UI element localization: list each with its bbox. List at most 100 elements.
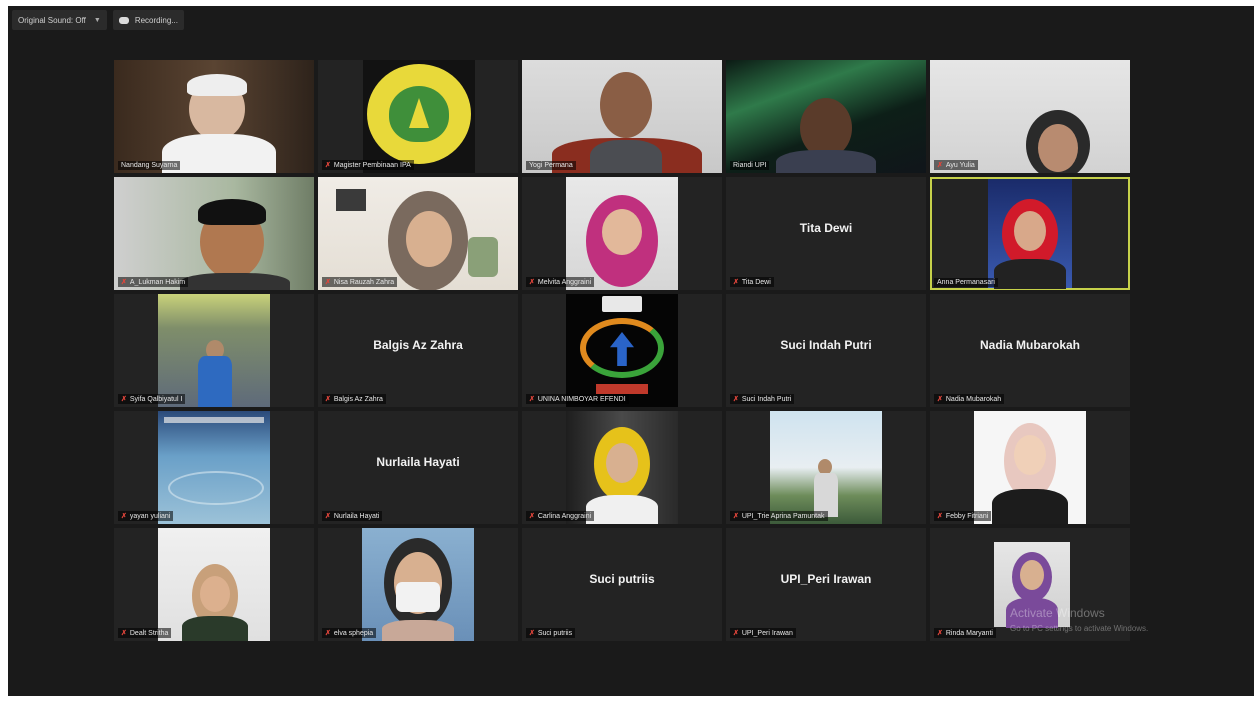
muted-mic-icon: ✗ — [325, 162, 331, 169]
watermark-subtitle: Go to PC settings to activate Windows. — [1010, 624, 1149, 633]
participant-video — [114, 60, 314, 173]
muted-mic-icon: ✗ — [733, 279, 739, 286]
participant-video — [363, 60, 475, 173]
participant-name: ✗ UPI_Peri Irawan — [730, 628, 796, 638]
participant-name: Nandang Suyarna — [118, 161, 181, 170]
gallery-view: Nandang Suyarna ✗ Magister Pembinaan IPA … — [114, 60, 1130, 641]
participant-video — [158, 294, 270, 407]
participant-tile[interactable]: ✗ elva sphepia — [318, 528, 518, 641]
muted-mic-icon: ✗ — [529, 630, 535, 637]
participant-tile[interactable]: Nurlaila Hayati ✗ Nurlaila Hayati — [318, 411, 518, 524]
chevron-down-icon[interactable]: ▼ — [94, 17, 101, 24]
muted-mic-icon: ✗ — [937, 162, 943, 169]
participant-video — [114, 177, 314, 290]
participant-tile[interactable]: ✗ Syifa Qalbiyatul I — [114, 294, 314, 407]
participant-video — [158, 411, 270, 524]
cloud-recording-icon — [118, 16, 129, 24]
participant-tile[interactable]: Suci putriis ✗ Suci putriis — [522, 528, 722, 641]
participant-name: ✗ Syifa Qalbiyatul I — [118, 394, 186, 404]
participant-display-name: Nadia Mubarokah — [979, 338, 1081, 352]
original-sound-toggle[interactable]: Original Sound: Off ▼ — [12, 10, 107, 30]
participant-tile[interactable]: ✗ yayan yuliani — [114, 411, 314, 524]
participant-tile[interactable]: UPI_Peri Irawan ✗ UPI_Peri Irawan — [726, 528, 926, 641]
participant-video — [566, 294, 678, 407]
muted-mic-icon: ✗ — [937, 396, 943, 403]
participant-name: ✗ Suci Indah Putri — [730, 394, 795, 404]
participant-video — [988, 179, 1072, 289]
participant-video — [974, 411, 1086, 524]
participant-video — [566, 177, 678, 290]
participant-video — [158, 528, 270, 641]
participant-name: ✗ Tita Dewi — [730, 277, 774, 287]
participant-video — [318, 177, 518, 290]
participant-video — [362, 528, 474, 641]
participant-name: ✗ Nisa Rauzah Zahra — [322, 277, 398, 287]
muted-mic-icon: ✗ — [121, 630, 127, 637]
participant-name: ✗ UNINA NIMBOYAR EFENDI — [526, 394, 629, 404]
participant-display-name: Nurlaila Hayati — [376, 455, 460, 469]
original-sound-label: Original Sound: Off — [18, 15, 86, 25]
participant-tile[interactable]: ✗ Ayu Yulia — [930, 60, 1130, 173]
participant-name: ✗ Melvita Anggraini — [526, 277, 595, 287]
participant-tile[interactable]: ✗ UNINA NIMBOYAR EFENDI — [522, 294, 722, 407]
participant-tile[interactable]: Balgis Az Zahra ✗ Balgis Az Zahra — [318, 294, 518, 407]
participant-video — [522, 60, 722, 173]
participant-name: ✗ Nadia Mubarokah — [934, 394, 1005, 404]
participant-tile[interactable]: ✗ Febby Fitriani — [930, 411, 1130, 524]
participant-tile-active-speaker[interactable]: Anna Permanasari — [930, 177, 1130, 290]
muted-mic-icon: ✗ — [325, 396, 331, 403]
participant-display-name: UPI_Peri Irawan — [780, 572, 872, 586]
participant-display-name: Balgis Az Zahra — [373, 338, 463, 352]
participant-name: ✗ A_Lukman Hakim — [118, 277, 189, 287]
participant-name: Anna Permanasari — [934, 278, 998, 287]
participant-video — [566, 411, 678, 524]
participant-name: Yogi Permana — [526, 161, 576, 170]
participant-display-name: Suci putriis — [589, 572, 655, 586]
muted-mic-icon: ✗ — [937, 513, 943, 520]
participant-name: Riandi UPI — [730, 161, 770, 170]
participant-tile[interactable]: Nadia Mubarokah ✗ Nadia Mubarokah — [930, 294, 1130, 407]
participant-tile[interactable]: ✗ A_Lukman Hakim — [114, 177, 314, 290]
participant-tile[interactable]: ✗ Carlina Anggraini — [522, 411, 722, 524]
participant-tile[interactable]: Yogi Permana — [522, 60, 722, 173]
muted-mic-icon: ✗ — [121, 279, 127, 286]
participant-name: ✗ Nurlaila Hayati — [322, 511, 383, 521]
participant-name: ✗ Febby Fitriani — [934, 511, 992, 521]
participant-tile[interactable]: ✗ Dealt Stritha — [114, 528, 314, 641]
participant-tile[interactable]: Suci Indah Putri ✗ Suci Indah Putri — [726, 294, 926, 407]
muted-mic-icon: ✗ — [325, 279, 331, 286]
activate-windows-watermark: Activate Windows Go to PC settings to ac… — [1010, 606, 1148, 636]
muted-mic-icon: ✗ — [733, 513, 739, 520]
participant-name: ✗ Balgis Az Zahra — [322, 394, 386, 404]
participant-name: ✗ yayan yuliani — [118, 511, 174, 521]
participant-display-name: Suci Indah Putri — [780, 338, 872, 352]
participant-tile[interactable]: ✗ Magister Pembinaan IPA — [318, 60, 518, 173]
participant-tile[interactable]: ✗ Nisa Rauzah Zahra — [318, 177, 518, 290]
participant-name: ✗ Dealt Stritha — [118, 628, 172, 638]
muted-mic-icon: ✗ — [325, 513, 331, 520]
participant-video — [930, 60, 1130, 173]
participant-name: ✗ Rinda Maryanti — [934, 628, 996, 638]
recording-indicator[interactable]: Recording... — [112, 10, 184, 30]
muted-mic-icon: ✗ — [529, 279, 535, 286]
participant-video — [770, 411, 882, 524]
participant-name: ✗ UPI_Trie Aprina Pamuntak — [730, 511, 828, 521]
participant-tile[interactable]: Tita Dewi ✗ Tita Dewi — [726, 177, 926, 290]
participant-video — [726, 60, 926, 173]
muted-mic-icon: ✗ — [733, 630, 739, 637]
participant-name: ✗ Suci putriis — [526, 628, 576, 638]
muted-mic-icon: ✗ — [325, 630, 331, 637]
participant-name: ✗ Carlina Anggraini — [526, 511, 595, 521]
participant-tile[interactable]: Riandi UPI — [726, 60, 926, 173]
participant-tile[interactable]: ✗ UPI_Trie Aprina Pamuntak — [726, 411, 926, 524]
participant-tile[interactable]: Nandang Suyarna — [114, 60, 314, 173]
participant-display-name: Tita Dewi — [799, 221, 853, 235]
participant-tile[interactable]: ✗ Melvita Anggraini — [522, 177, 722, 290]
muted-mic-icon: ✗ — [121, 396, 127, 403]
muted-mic-icon: ✗ — [529, 396, 535, 403]
muted-mic-icon: ✗ — [733, 396, 739, 403]
top-toolbar: Original Sound: Off ▼ Recording... — [12, 10, 184, 32]
participant-name: ✗ elva sphepia — [322, 628, 377, 638]
muted-mic-icon: ✗ — [529, 513, 535, 520]
watermark-title: Activate Windows — [1010, 606, 1105, 620]
